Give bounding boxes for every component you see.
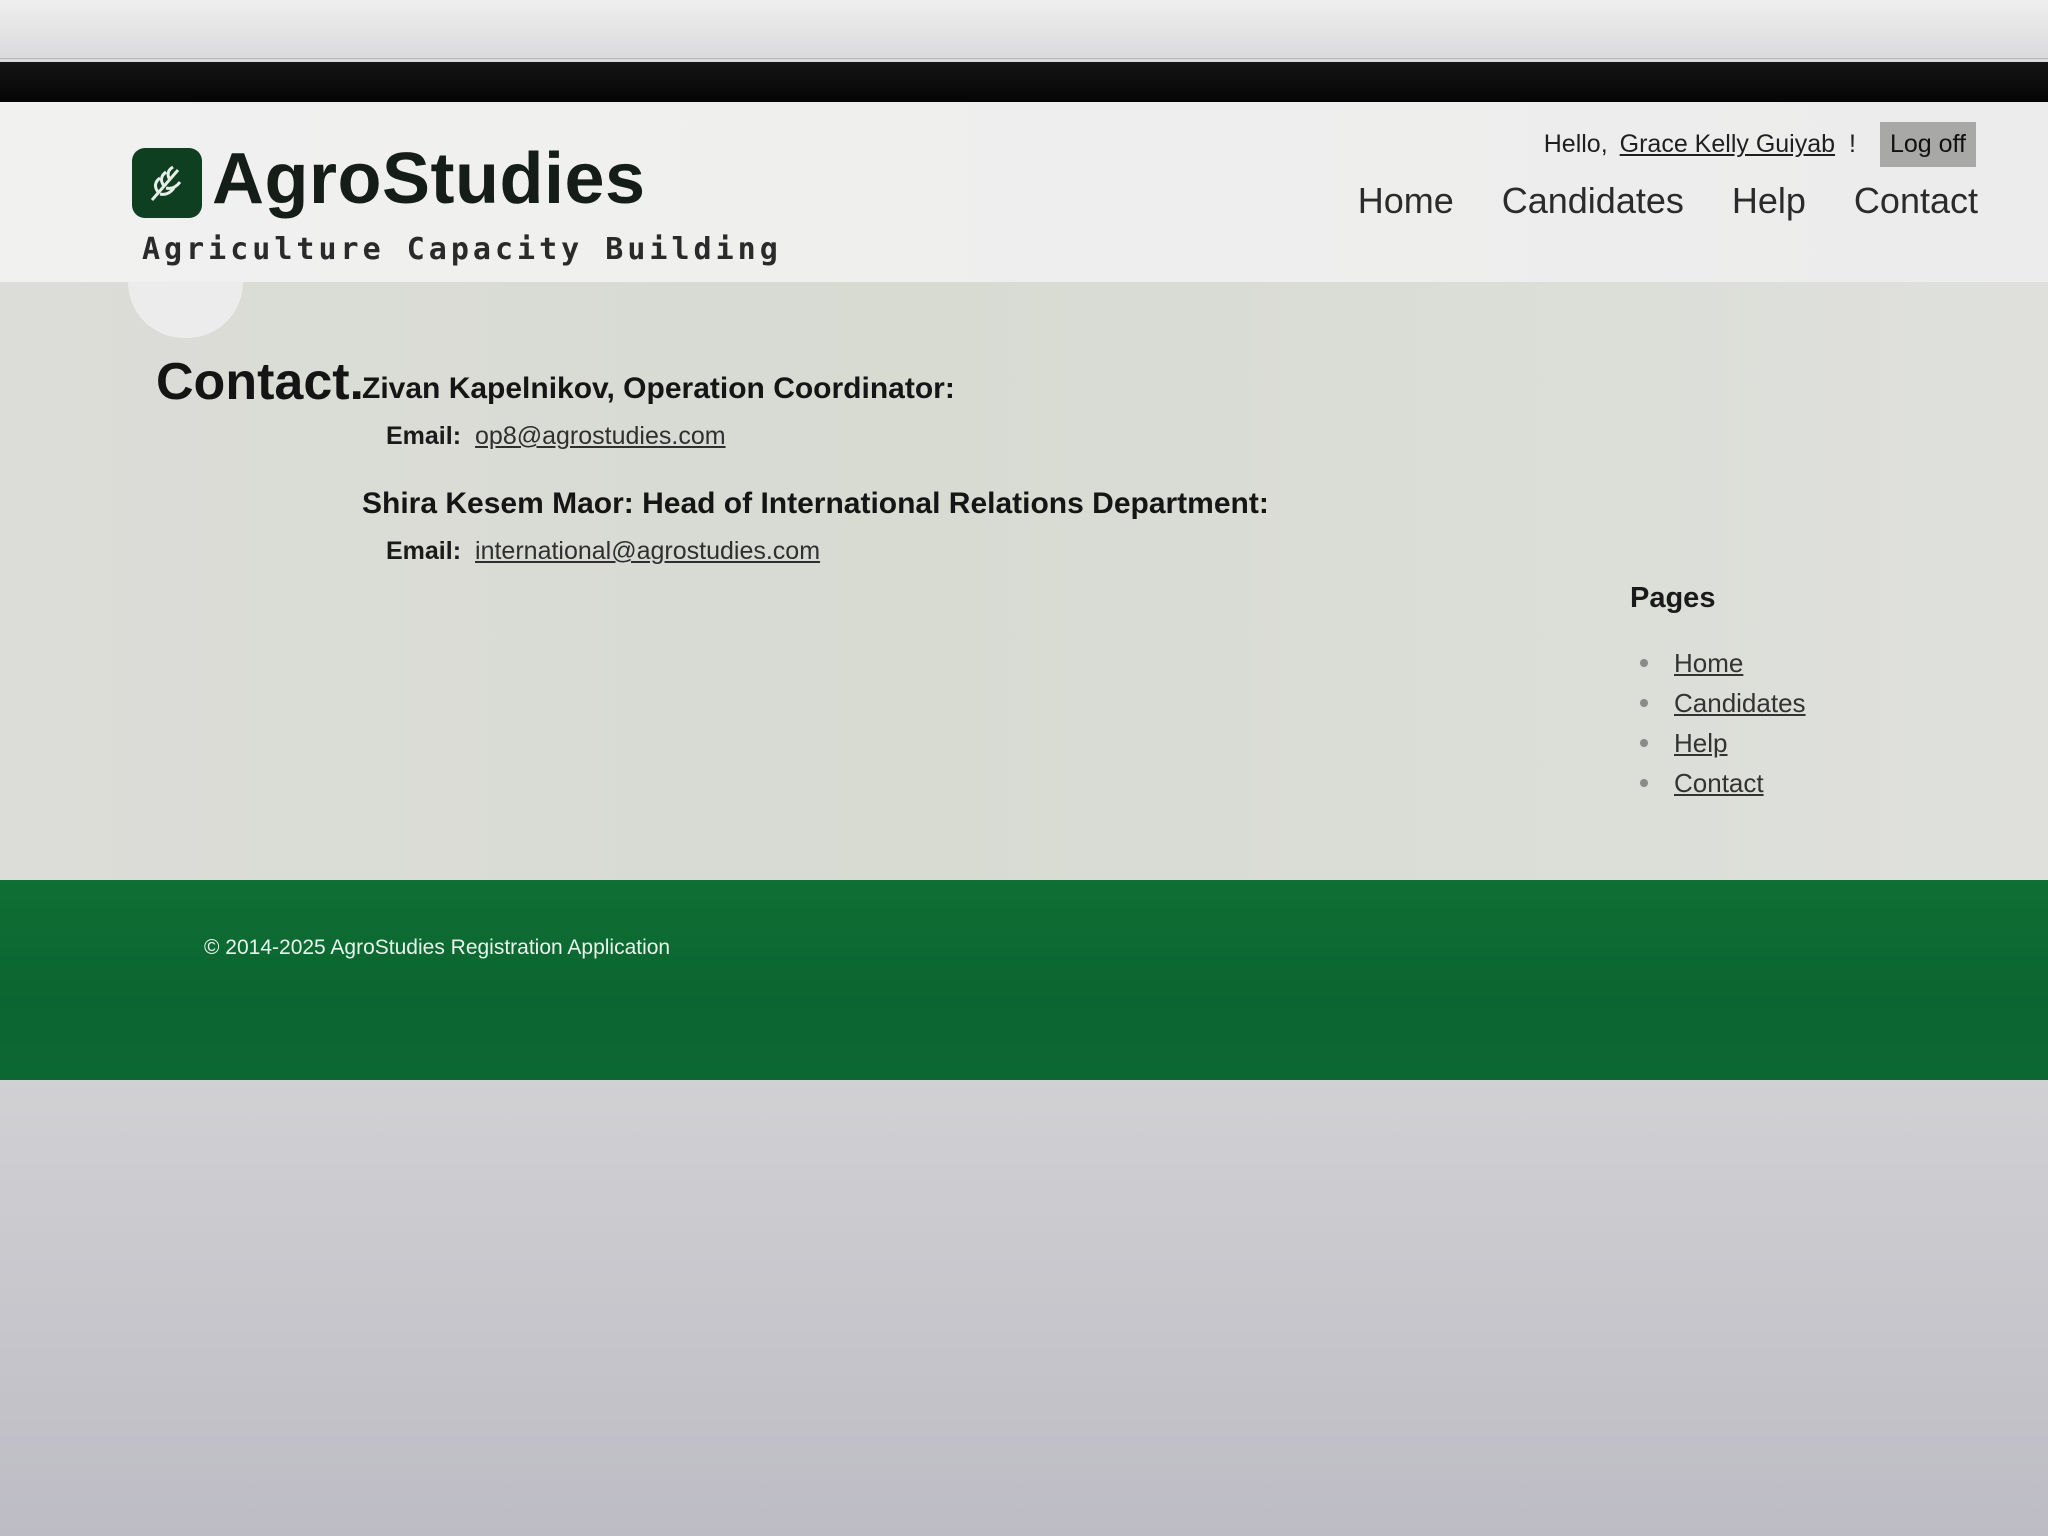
site-footer: © 2014-2025 AgroStudies Registration App… — [0, 880, 2048, 1080]
contact-list: Zivan Kapelnikov, Operation Coordinator:… — [362, 372, 1462, 602]
site-header: AgroStudies Agriculture Capacity Buildin… — [0, 102, 2048, 282]
contact-email-row: Email: op8@agrostudies.com — [386, 422, 1462, 451]
nav-item-help[interactable]: Help — [1732, 180, 1806, 222]
sidebar-link-home[interactable]: Home — [1674, 648, 1743, 679]
footer-copyright: © 2014-2025 AgroStudies Registration App… — [204, 936, 671, 959]
sidebar-link-help[interactable]: Help — [1674, 728, 1727, 759]
email-label: Email: — [386, 422, 462, 450]
bullet-icon — [1640, 699, 1648, 707]
top-black-bar — [0, 62, 2048, 102]
login-area: Hello, Grace Kelly Guiyab ! Log off — [1544, 122, 1976, 167]
header-notch — [128, 282, 243, 338]
sidebar-item-help: Help — [1630, 723, 1960, 763]
sidebar-item-contact: Contact — [1630, 763, 1960, 803]
page-title: Contact. — [156, 353, 364, 411]
sidebar-link-candidates[interactable]: Candidates — [1674, 688, 1806, 719]
sidebar-item-candidates: Candidates — [1630, 683, 1960, 723]
user-name-link[interactable]: Grace Kelly Guiyab — [1620, 130, 1835, 159]
email-link[interactable]: op8@agrostudies.com — [475, 422, 726, 451]
email-label: Email: — [386, 537, 462, 565]
bullet-icon — [1640, 739, 1648, 747]
browser-toolbar — [0, 0, 2048, 59]
blank-area — [0, 1080, 2048, 1536]
bullet-icon — [1640, 779, 1648, 787]
logo-tagline: Agriculture Capacity Building — [142, 232, 782, 267]
greeting-exclaim: ! — [1849, 130, 1856, 158]
site-logo[interactable]: AgroStudies Agriculture Capacity Buildin… — [132, 138, 778, 273]
contact-email-row: Email: international@agrostudies.com — [386, 537, 1462, 566]
sidebar-item-home: Home — [1630, 643, 1960, 683]
main-nav: Home Candidates Help Contact — [1358, 180, 1978, 222]
nav-item-contact[interactable]: Contact — [1854, 180, 1978, 222]
pages-sidebar: Pages Home Candidates Help Contact — [1630, 582, 1960, 803]
nav-item-home[interactable]: Home — [1358, 180, 1454, 222]
sidebar-list: Home Candidates Help Contact — [1630, 643, 1960, 803]
wheat-icon — [132, 148, 202, 218]
nav-item-candidates[interactable]: Candidates — [1502, 180, 1684, 222]
bullet-icon — [1640, 659, 1648, 667]
sidebar-heading: Pages — [1630, 582, 1716, 614]
logo-name: AgroStudies — [212, 139, 646, 219]
greeting-text: Hello, — [1543, 130, 1608, 158]
sidebar-link-contact[interactable]: Contact — [1674, 768, 1764, 799]
logoff-button[interactable]: Log off — [1879, 122, 1976, 167]
contact-name: Zivan Kapelnikov, Operation Coordinator: — [362, 372, 955, 405]
email-link[interactable]: international@agrostudies.com — [475, 537, 820, 566]
contact-name: Shira Kesem Maor: Head of International … — [362, 487, 1269, 520]
